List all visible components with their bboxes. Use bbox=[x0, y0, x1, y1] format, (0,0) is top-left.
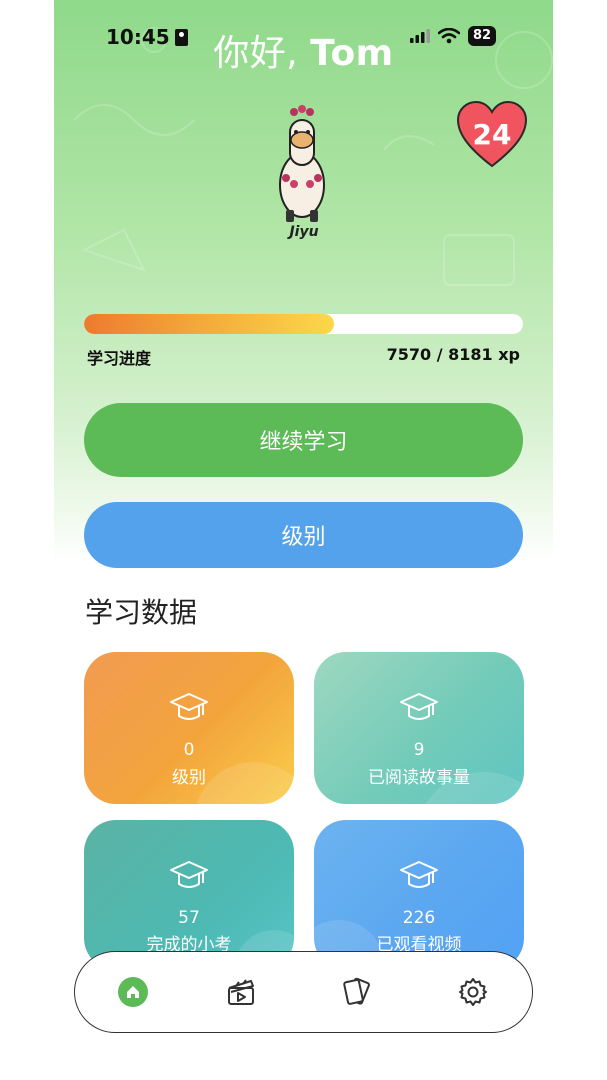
continue-learning-button[interactable]: 继续学习 bbox=[84, 403, 523, 477]
home-icon bbox=[118, 977, 148, 1007]
status-icons: 82 bbox=[410, 26, 497, 46]
lives-count: 24 bbox=[472, 118, 512, 151]
stat-value: 226 bbox=[402, 908, 436, 928]
graduation-cap-icon bbox=[400, 693, 438, 720]
graduation-cap-icon bbox=[400, 861, 438, 888]
progress-label: 学习进度 bbox=[87, 349, 152, 368]
graduation-cap-icon bbox=[170, 693, 208, 720]
progress-bar-fill bbox=[84, 314, 335, 334]
progress-xp-value: 7570 / 8181 xp bbox=[386, 345, 520, 364]
flashcards-icon bbox=[343, 977, 370, 1005]
graduation-cap-icon bbox=[170, 861, 208, 888]
stat-value: 9 bbox=[413, 740, 425, 760]
video-clapper-icon bbox=[228, 979, 254, 1005]
stats-section-title: 学习数据 bbox=[85, 596, 198, 629]
stat-label: 已阅读故事量 bbox=[368, 768, 470, 788]
progress-bar bbox=[84, 314, 523, 334]
stat-card-quizzes-completed[interactable]: 57 完成的小考 bbox=[84, 820, 294, 970]
stat-card-videos-watched[interactable]: 226 已观看视频 bbox=[314, 820, 524, 970]
tab-settings[interactable] bbox=[455, 974, 491, 1010]
stat-card-stories-read[interactable]: 9 已阅读故事量 bbox=[314, 652, 524, 804]
settings-gear-icon bbox=[459, 978, 487, 1006]
stat-value: 0 bbox=[183, 740, 195, 760]
tab-flashcards[interactable] bbox=[339, 974, 375, 1010]
mascot-name: Jiyu bbox=[289, 224, 319, 240]
wifi-icon bbox=[438, 28, 460, 44]
tab-home[interactable] bbox=[115, 974, 151, 1010]
stat-card-level[interactable]: 0 级别 bbox=[84, 652, 294, 804]
battery-indicator: 82 bbox=[468, 26, 497, 46]
cellular-signal-icon bbox=[410, 29, 430, 43]
stat-value: 57 bbox=[178, 908, 200, 928]
level-button[interactable]: 级别 bbox=[84, 502, 523, 568]
app-screen: 10:45 你好, Tom 82 Jiyu 24 学习进度 7570 / 818… bbox=[54, 0, 553, 1080]
stat-label: 级别 bbox=[172, 768, 206, 788]
tab-videos[interactable] bbox=[223, 974, 259, 1010]
bottom-tab-bar bbox=[74, 951, 533, 1033]
